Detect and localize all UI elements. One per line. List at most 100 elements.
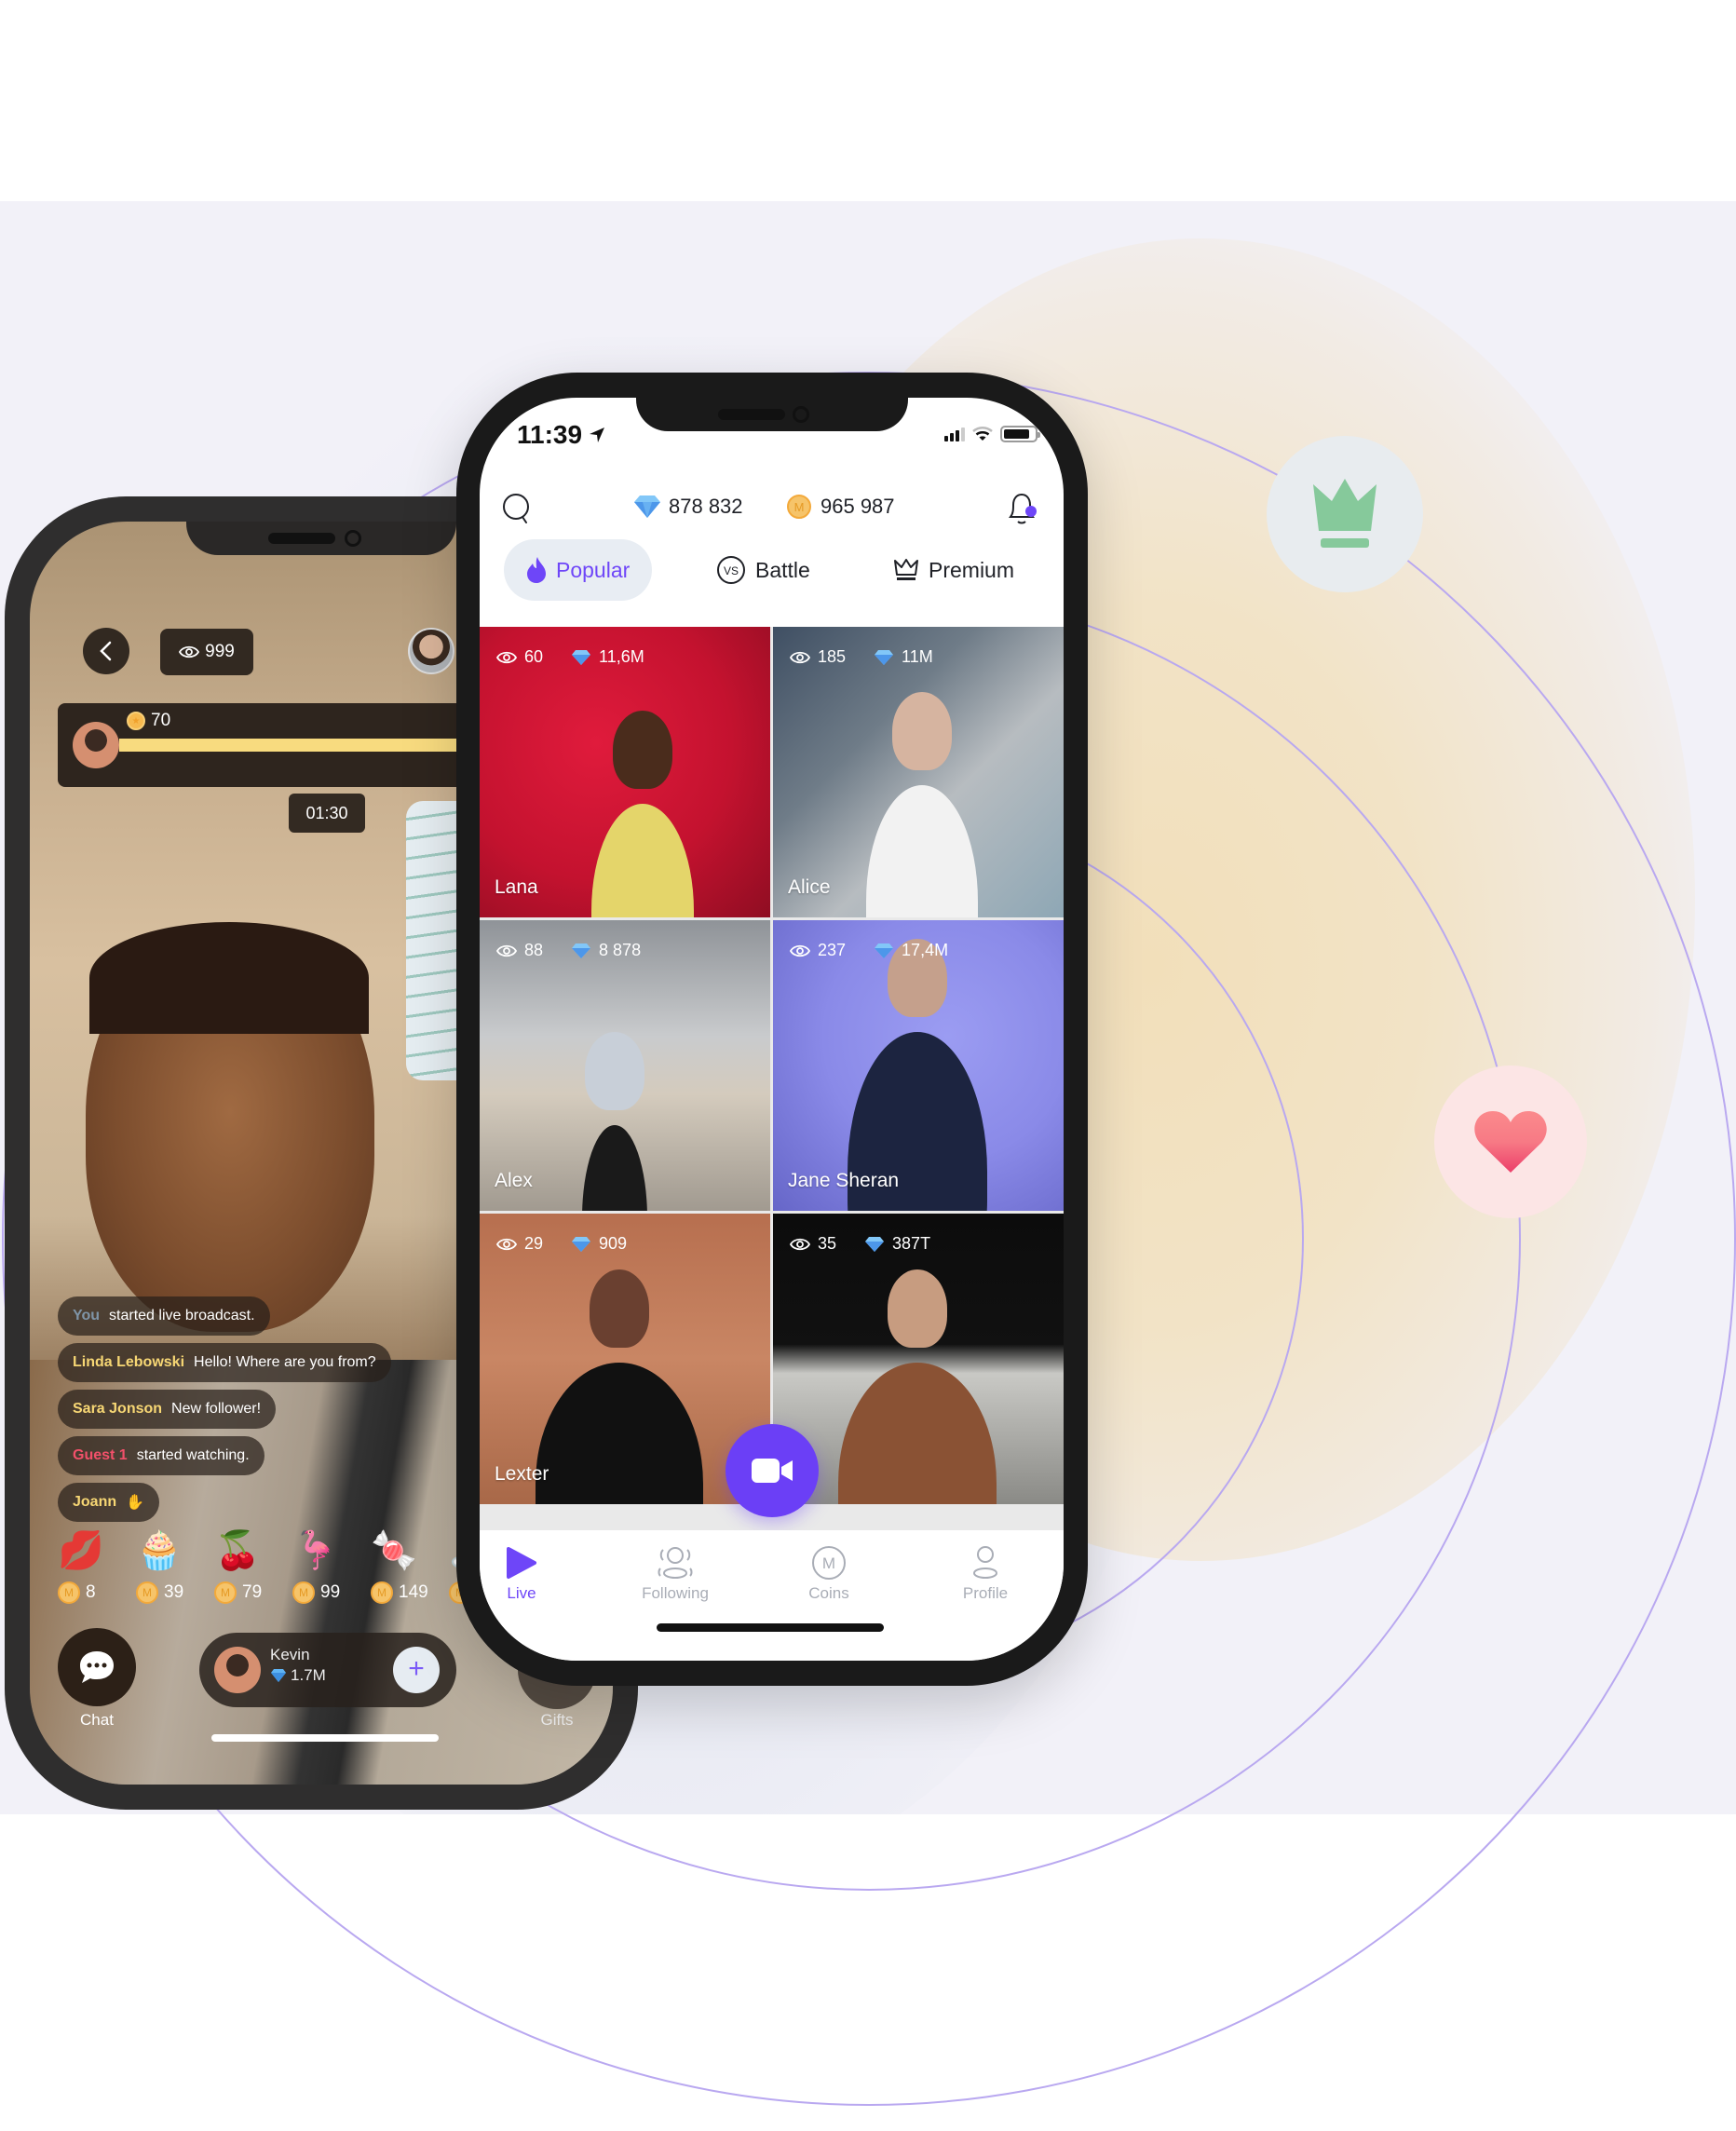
eye-icon: [496, 1238, 517, 1250]
gift-price: M 79: [214, 1581, 262, 1604]
chat-button[interactable]: [58, 1628, 136, 1706]
streamer-name: Jane Sheran: [788, 1170, 900, 1191]
back-button[interactable]: [83, 628, 129, 674]
bottom-nav: Live Following M Coins Profile: [480, 1530, 1064, 1661]
stream-stats: 35 387T: [790, 1234, 930, 1254]
nav-profile-label: Profile: [962, 1584, 1009, 1602]
coin-icon: M: [214, 1581, 237, 1604]
eye-icon: [790, 651, 810, 663]
gift-item[interactable]: 💋 M 8: [48, 1527, 123, 1621]
stream-tile[interactable]: 237 17,4M Jane Sheran: [773, 920, 1064, 1211]
broadcast-timer: 01:30: [289, 794, 365, 833]
go-live-button[interactable]: [726, 1424, 819, 1517]
chat-author[interactable]: You: [73, 1308, 100, 1324]
chat-text: ✋: [126, 1495, 145, 1511]
gift-price-value: 8: [86, 1582, 96, 1602]
coin-balance-value: 965 987: [821, 495, 895, 518]
stream-gems: 909: [599, 1234, 628, 1253]
stream-gems: 11,6M: [599, 647, 644, 666]
gift-icon: 🍒: [214, 1530, 261, 1571]
home-indicator[interactable]: [211, 1734, 439, 1742]
gem-icon: [865, 1236, 885, 1252]
coin-score: ★ 70: [127, 711, 170, 731]
chat-author[interactable]: Guest 1: [73, 1447, 128, 1464]
crown-badge: [1267, 436, 1423, 592]
gift-price: M8: [58, 1581, 96, 1604]
gem-balance[interactable]: 878 832: [633, 495, 743, 519]
gift-price-value: 39: [164, 1582, 184, 1602]
gift-price-value: 79: [242, 1582, 263, 1602]
balance-header: 878 832 M 965 987: [480, 482, 1064, 537]
streamer-photo: [866, 785, 978, 917]
chat-label: Chat: [80, 1711, 114, 1729]
speaker: [718, 409, 785, 420]
chat-author[interactable]: Joann: [73, 1494, 116, 1511]
follow-host-button[interactable]: +: [393, 1647, 440, 1693]
stream-tile[interactable]: 88 8 878 Alex: [480, 920, 770, 1211]
signal-icon: [944, 427, 965, 441]
play-icon: [507, 1547, 536, 1579]
search-button[interactable]: [502, 493, 534, 531]
stream-tile[interactable]: 60 11,6M Lana: [480, 627, 770, 917]
gift-price: M 149: [371, 1581, 428, 1604]
gift-item[interactable]: 🍒 M 79: [205, 1527, 279, 1621]
stream-tile[interactable]: 185 11M Alice: [773, 627, 1064, 917]
chat-feed: You started live broadcast. Linda Lebowski…: [58, 1296, 391, 1529]
gift-price-value: 99: [320, 1582, 341, 1602]
chat-text: New follower!: [171, 1401, 262, 1417]
svg-text:VS: VS: [724, 564, 739, 577]
bell-icon: [1009, 493, 1037, 524]
stream-stats: 60 11,6M: [496, 647, 644, 667]
star-coin-icon: ★: [127, 712, 145, 730]
streamer-photo: [591, 804, 694, 917]
coin-balance[interactable]: M 965 987: [787, 495, 895, 519]
chat-text: started watching.: [136, 1447, 250, 1463]
viewer-avatar[interactable]: [408, 628, 454, 674]
coin-icon: M: [58, 1581, 80, 1604]
video-camera-icon: [752, 1459, 793, 1483]
chat-message-row: Joann ✋: [58, 1483, 391, 1529]
gift-item[interactable]: 🍬 M 149: [361, 1527, 436, 1621]
chat-text: started live broadcast.: [109, 1308, 255, 1323]
stream-viewers: 237: [818, 941, 847, 959]
tab-popular[interactable]: Popular: [504, 539, 653, 601]
svg-text:M: M: [822, 1554, 835, 1572]
host-avatar[interactable]: [73, 722, 119, 768]
chat-author[interactable]: Linda Lebowski: [73, 1354, 184, 1371]
nav-coins[interactable]: M Coins: [778, 1541, 880, 1603]
following-icon: [658, 1547, 693, 1579]
host-card[interactable]: Kevin 1.7M +: [199, 1633, 456, 1707]
chat-author[interactable]: Sara Jonson: [73, 1401, 162, 1418]
stream-stats: 29 909: [496, 1234, 627, 1254]
streamer-photo: [582, 1125, 647, 1211]
gem-icon: [875, 943, 894, 958]
notch: [186, 522, 456, 555]
streamer-head: [613, 711, 672, 789]
chat-message: Guest 1 started watching.: [58, 1436, 264, 1475]
stream-viewers: 35: [818, 1234, 837, 1253]
profile-icon: [973, 1546, 997, 1579]
chat-message-row: You started live broadcast.: [58, 1296, 391, 1343]
home-indicator[interactable]: [657, 1623, 884, 1632]
nav-following-label: Following: [642, 1584, 709, 1602]
status-time-value: 11:39: [517, 420, 583, 449]
chat-message-row: Sara Jonson New follower!: [58, 1390, 391, 1436]
gift-item[interactable]: 🧁 M 39: [127, 1527, 201, 1621]
nav-profile[interactable]: Profile: [934, 1541, 1037, 1603]
gem-icon: [634, 495, 660, 518]
chat-message: Joann ✋: [58, 1483, 160, 1522]
stream-gems: 17,4M: [902, 941, 949, 959]
notifications-button[interactable]: [1006, 491, 1038, 531]
vs-icon: VS: [717, 556, 745, 584]
status-time: 11:39: [517, 420, 606, 450]
gift-price-value: 149: [399, 1582, 428, 1602]
nav-live[interactable]: Live: [480, 1541, 573, 1603]
gift-item[interactable]: 🦩 M 99: [283, 1527, 358, 1621]
speaker: [268, 533, 335, 544]
viewer-count-value: 999: [205, 642, 235, 661]
tab-premium[interactable]: Premium: [893, 539, 1014, 601]
viewer-avatars[interactable]: [408, 628, 482, 674]
nav-following[interactable]: Following: [624, 1541, 726, 1603]
front-camera: [793, 406, 809, 423]
tab-battle[interactable]: VS Battle: [716, 539, 810, 601]
